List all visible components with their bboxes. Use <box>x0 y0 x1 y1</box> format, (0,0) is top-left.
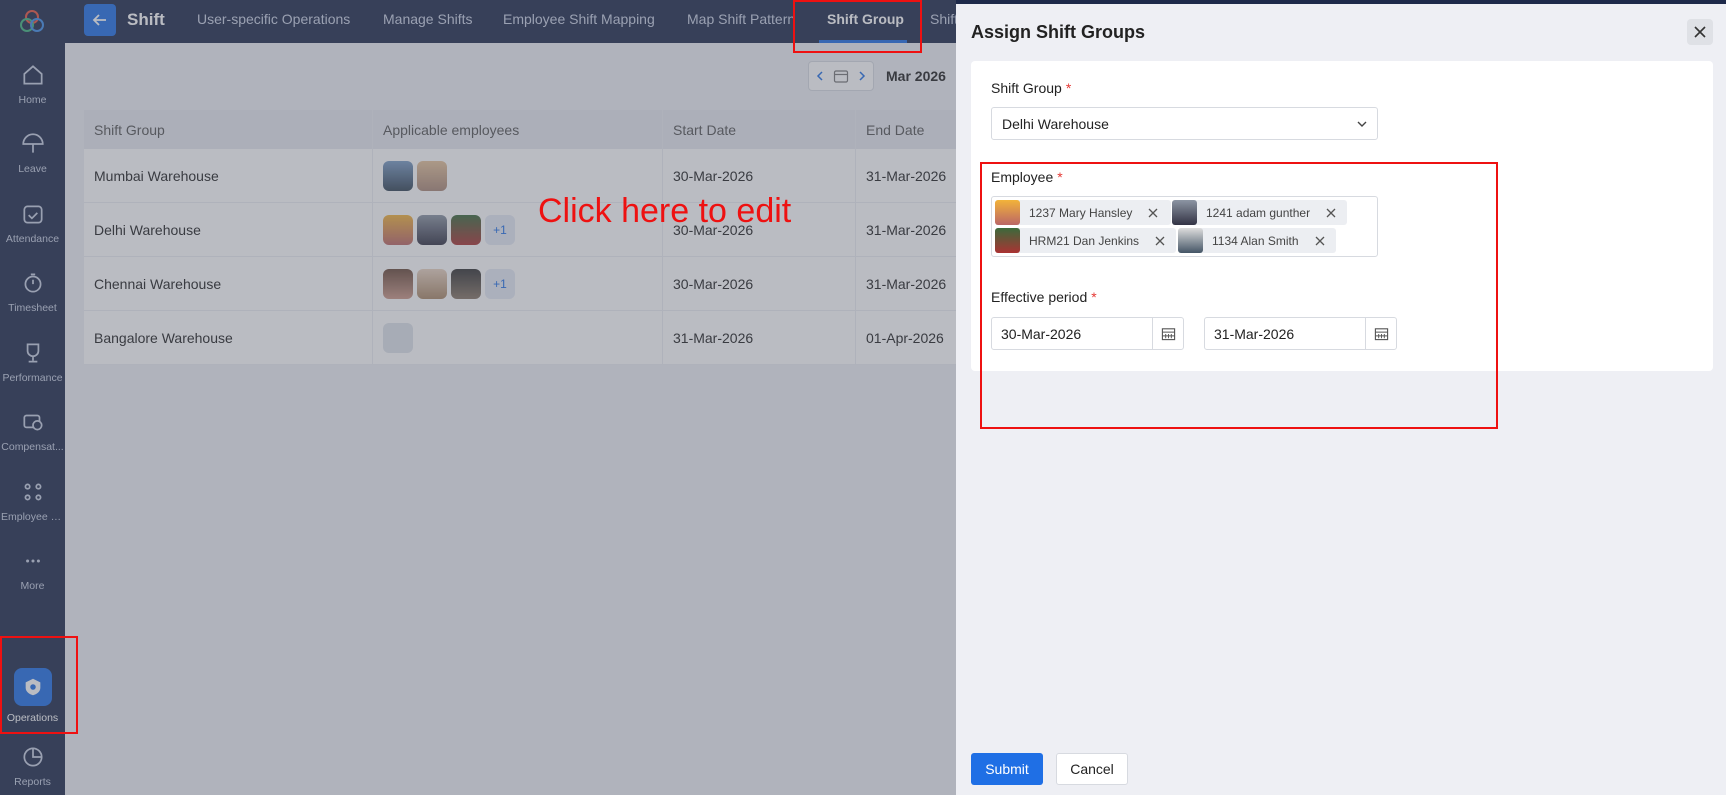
employee-chip: HRM21 Dan Jenkins <box>995 228 1176 253</box>
form-card: Shift Group * Delhi Warehouse Employee * 1… <box>971 61 1713 371</box>
close-button[interactable] <box>1687 19 1713 45</box>
remove-chip-button[interactable] <box>1309 228 1331 253</box>
calendar-icon <box>1161 328 1175 341</box>
assign-shift-groups-drawer: Assign Shift Groups Shift Group * Delhi W… <box>956 4 1726 795</box>
close-icon <box>1148 208 1158 217</box>
shift-group-value: Delhi Warehouse <box>1002 115 1109 132</box>
employee-chip-label: 1241 adam gunther <box>1206 205 1311 220</box>
end-date-calendar-button[interactable] <box>1366 318 1396 349</box>
cancel-button[interactable]: Cancel <box>1056 753 1128 785</box>
employee-chip: 1237 Mary Hansley <box>995 200 1171 225</box>
close-icon <box>1326 208 1336 217</box>
employee-chip-label: 1134 Alan Smith <box>1212 233 1299 248</box>
avatar <box>1172 200 1197 225</box>
employee-chip-label: 1237 Mary Hansley <box>1029 205 1133 220</box>
drawer-title: Assign Shift Groups <box>971 22 1146 42</box>
edit-annotation: Click here to edit <box>538 192 792 230</box>
submit-button[interactable]: Submit <box>971 753 1043 785</box>
close-icon <box>1694 26 1706 38</box>
shift-group-label: Shift Group * <box>991 80 1071 96</box>
remove-chip-button[interactable] <box>1320 200 1342 225</box>
avatar <box>1178 228 1203 253</box>
remove-chip-button[interactable] <box>1149 228 1171 253</box>
avatar <box>995 200 1020 225</box>
employee-label: Employee * <box>991 169 1063 185</box>
end-date-value: 31-Mar-2026 <box>1205 318 1366 349</box>
employee-multiselect[interactable]: 1237 Mary Hansley 1241 adam gunther HRM2… <box>991 196 1378 257</box>
modal-backdrop[interactable] <box>0 0 956 795</box>
employee-chip: 1134 Alan Smith <box>1178 228 1336 253</box>
required-asterisk: * <box>1091 289 1097 305</box>
shift-group-select[interactable]: Delhi Warehouse <box>991 107 1378 140</box>
end-date-input[interactable]: 31-Mar-2026 <box>1204 317 1397 350</box>
shift-group-label-text: Shift Group <box>991 80 1062 96</box>
employee-label-text: Employee <box>991 169 1054 185</box>
start-date-calendar-button[interactable] <box>1153 318 1183 349</box>
calendar-icon <box>1374 328 1388 341</box>
remove-chip-button[interactable] <box>1142 200 1164 225</box>
start-date-input[interactable]: 30-Mar-2026 <box>991 317 1184 350</box>
close-icon <box>1155 236 1165 245</box>
chevron-down-icon <box>1357 121 1367 127</box>
employee-chip-label: HRM21 Dan Jenkins <box>1029 233 1140 248</box>
employee-chip: 1241 adam gunther <box>1172 200 1347 225</box>
avatar <box>995 228 1020 253</box>
close-icon <box>1315 236 1324 245</box>
effective-period-label: Effective period * <box>991 289 1097 305</box>
effective-period-label-text: Effective period <box>991 289 1088 305</box>
required-asterisk: * <box>1065 80 1072 96</box>
start-date-value: 30-Mar-2026 <box>992 318 1153 349</box>
required-asterisk: * <box>1057 169 1063 185</box>
